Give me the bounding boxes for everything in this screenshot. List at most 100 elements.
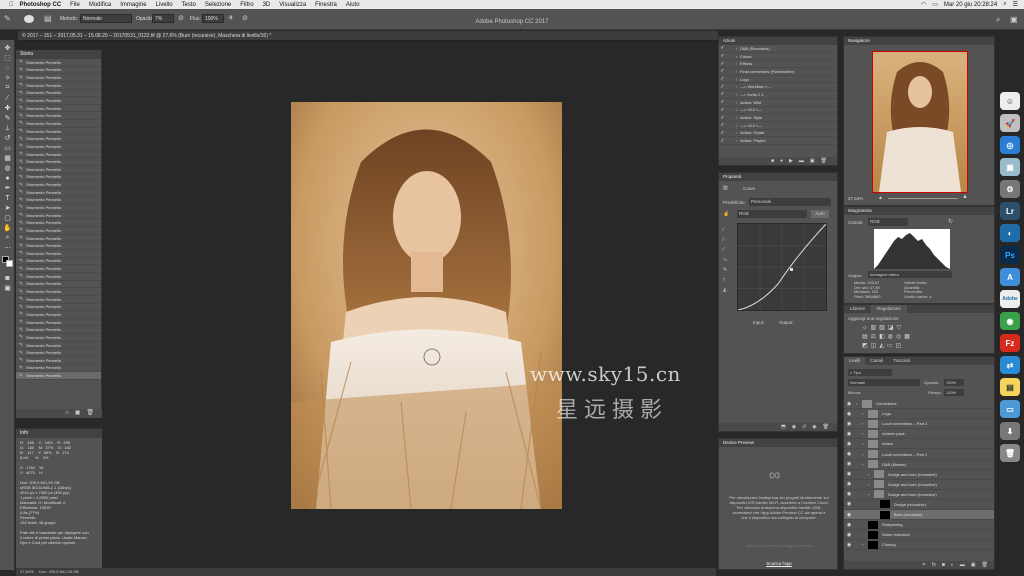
threshold-icon[interactable]: ◭ — [879, 343, 887, 349]
menu-visualizza[interactable]: Visualizza — [279, 2, 306, 8]
mixer-icon[interactable]: ◎ — [896, 334, 904, 340]
menu-immagine[interactable]: Immagine — [120, 2, 146, 8]
point-edit-icon[interactable]: ∿ — [723, 255, 727, 265]
refresh-icon[interactable]: ↻ — [948, 218, 953, 225]
eye-icon[interactable]: ◉ — [844, 431, 854, 437]
history-item[interactable]: ✎ Strumento Pennello — [16, 319, 101, 327]
chevron-right-icon[interactable]: › — [733, 69, 740, 74]
new-layer-icon[interactable]: ▣ — [971, 561, 976, 569]
history-item[interactable]: ✎ Strumento Pennello — [16, 189, 101, 197]
history-item[interactable]: ✎ Strumento Pennello — [16, 372, 101, 380]
layer-row[interactable]: ◉ Noise reduction — [844, 530, 994, 541]
chevron-right-icon[interactable]: › — [733, 115, 740, 120]
eyedropper-black-icon[interactable]: ⁄ — [723, 225, 727, 235]
photoshop-icon[interactable]: Ps — [1000, 246, 1020, 264]
eyedropper-icon[interactable]: ⁄ — [3, 94, 12, 102]
clock[interactable]: Mar 20 giu 20:28:24 — [944, 2, 997, 8]
blend-mode-select[interactable]: Normale — [848, 379, 920, 386]
folder-icon[interactable] — [874, 480, 884, 489]
zoom-in-icon[interactable]: ▲ — [962, 194, 968, 200]
zoom-slider[interactable] — [888, 198, 958, 199]
eyedropper-white-icon[interactable]: ⁄ — [723, 245, 727, 255]
finder-icon[interactable]: ☺ — [1000, 92, 1020, 110]
layer-mask-thumbnail[interactable] — [880, 500, 890, 509]
eraser-icon[interactable]: ▭ — [3, 144, 12, 152]
target-adjust-icon[interactable]: ☝ — [723, 211, 729, 217]
hand-tool-icon[interactable]: ✋ — [3, 224, 12, 232]
eye-icon[interactable]: ◉ — [844, 501, 854, 507]
menu-aiuto[interactable]: Aiuto — [346, 2, 360, 8]
history-item[interactable]: ✎ Strumento Pennello — [16, 197, 101, 205]
photo-canvas[interactable] — [291, 102, 562, 509]
adjustment-layer-icon[interactable]: ◐ — [951, 561, 954, 569]
reset-icon[interactable]: ↺ — [802, 423, 806, 431]
brush-tool-icon[interactable]: ✎ — [3, 114, 12, 122]
type-tool-icon[interactable]: T — [3, 194, 12, 202]
status-doc[interactable]: Doc: 209,9 M/1,05 GB — [39, 569, 79, 574]
teamviewer-icon[interactable]: ⇄ — [1000, 356, 1020, 374]
visibility-icon[interactable]: ◉ — [812, 423, 816, 431]
layer-row[interactable]: ◉ › Action — [844, 439, 994, 450]
search-icon[interactable]: ⌕ — [996, 15, 1000, 25]
menu-filtro[interactable]: Filtro — [240, 2, 253, 8]
layer-filter-select[interactable]: ⌕ Tipo — [848, 369, 892, 376]
check-icon[interactable]: ✓ — [719, 45, 726, 51]
check-icon[interactable]: ✓ — [719, 130, 726, 136]
pen-tool-icon[interactable]: ✒ — [3, 184, 12, 192]
check-icon[interactable]: ✓ — [719, 138, 726, 144]
folder-icon[interactable] — [868, 460, 878, 469]
history-item[interactable]: ✎ Strumento Pennello — [16, 349, 101, 357]
folder-icon[interactable] — [868, 419, 878, 428]
history-item[interactable]: ✎ Strumento Pennello — [16, 281, 101, 289]
chevron-right-icon[interactable]: › — [733, 61, 740, 66]
curves-icon[interactable]: ▨ — [879, 325, 888, 331]
history-item[interactable]: ✎ Strumento Pennello — [16, 158, 101, 166]
layer-row[interactable]: ◉ › Dodge and burn (recursive) — [844, 490, 994, 500]
chevron-right-icon[interactable]: › — [733, 92, 740, 97]
history-item[interactable]: ✎ Strumento Pennello — [16, 166, 101, 174]
menu-list-icon[interactable]: ☰ — [1013, 1, 1018, 8]
menu-file[interactable]: File — [70, 2, 80, 8]
levels-icon[interactable]: ▥ — [871, 325, 880, 331]
check-icon[interactable]: ✓ — [719, 53, 726, 59]
action-item[interactable]: ✓ › Colors — [719, 53, 837, 61]
layer-row[interactable]: ◉ › Cloning — [844, 540, 994, 551]
chevron-right-icon[interactable]: › — [733, 123, 740, 128]
group-icon[interactable]: ▬ — [960, 561, 965, 569]
history-item[interactable]: ✎ Strumento Pennello — [16, 242, 101, 251]
action-item[interactable]: ✓ › Action: Oryad — [719, 130, 837, 138]
history-item[interactable]: ✎ Strumento Pennello — [16, 357, 101, 365]
trash-icon[interactable]: 🗑 — [86, 409, 94, 418]
history-item[interactable]: ✎ Strumento Pennello — [16, 273, 101, 281]
play-icon[interactable]: ▶ — [789, 157, 793, 165]
action-item[interactable]: ✓ › Logo — [719, 76, 837, 84]
clipping-icon[interactable]: ◭ — [723, 285, 727, 295]
action-item[interactable]: ✓ › Final corrections (Placeholder) — [719, 68, 837, 76]
screen-mode-icon[interactable]: ▣ — [3, 284, 12, 292]
layer-row[interactable]: ◉ › D&B (Master) — [844, 460, 994, 470]
photo-filter-icon[interactable]: ◍ — [888, 334, 896, 340]
history-item[interactable]: ✎ Strumento Pennello — [16, 74, 101, 82]
more-tools-icon[interactable]: ⋯ — [3, 244, 12, 252]
eye-icon[interactable]: ◉ — [844, 512, 854, 518]
gradient-map-icon[interactable]: ▭ — [887, 343, 896, 349]
workspace-icon[interactable]: ▣ — [1010, 15, 1018, 24]
smooth-icon[interactable]: ≈ — [723, 275, 727, 285]
quick-mask-icon[interactable]: ◙ — [3, 274, 12, 282]
tab-paths[interactable]: Tracciati — [888, 357, 915, 365]
app-store-icon[interactable]: A — [1000, 268, 1020, 286]
folder-icon[interactable] — [868, 439, 878, 448]
history-item[interactable]: ✎ Strumento Pennello — [16, 128, 101, 136]
chevron-right-icon[interactable]: › — [733, 84, 740, 89]
layer-row[interactable]: ◉ › Local corrections – Part 2 — [844, 419, 994, 430]
check-icon[interactable]: ✓ — [719, 115, 726, 121]
folder-icon[interactable] — [868, 450, 878, 459]
chevron-right-icon[interactable]: › — [733, 54, 740, 59]
download-app-link[interactable]: Scarica l'app — [729, 561, 829, 566]
trash-icon[interactable]: 🗑 — [821, 157, 827, 165]
check-icon[interactable]: ✓ — [719, 61, 726, 67]
fill-input[interactable]: 100% — [944, 389, 964, 396]
apple-icon[interactable]:  — [9, 2, 14, 8]
mask-icon[interactable]: ◙ — [942, 561, 945, 569]
layer-mask-thumbnail[interactable] — [868, 520, 878, 529]
